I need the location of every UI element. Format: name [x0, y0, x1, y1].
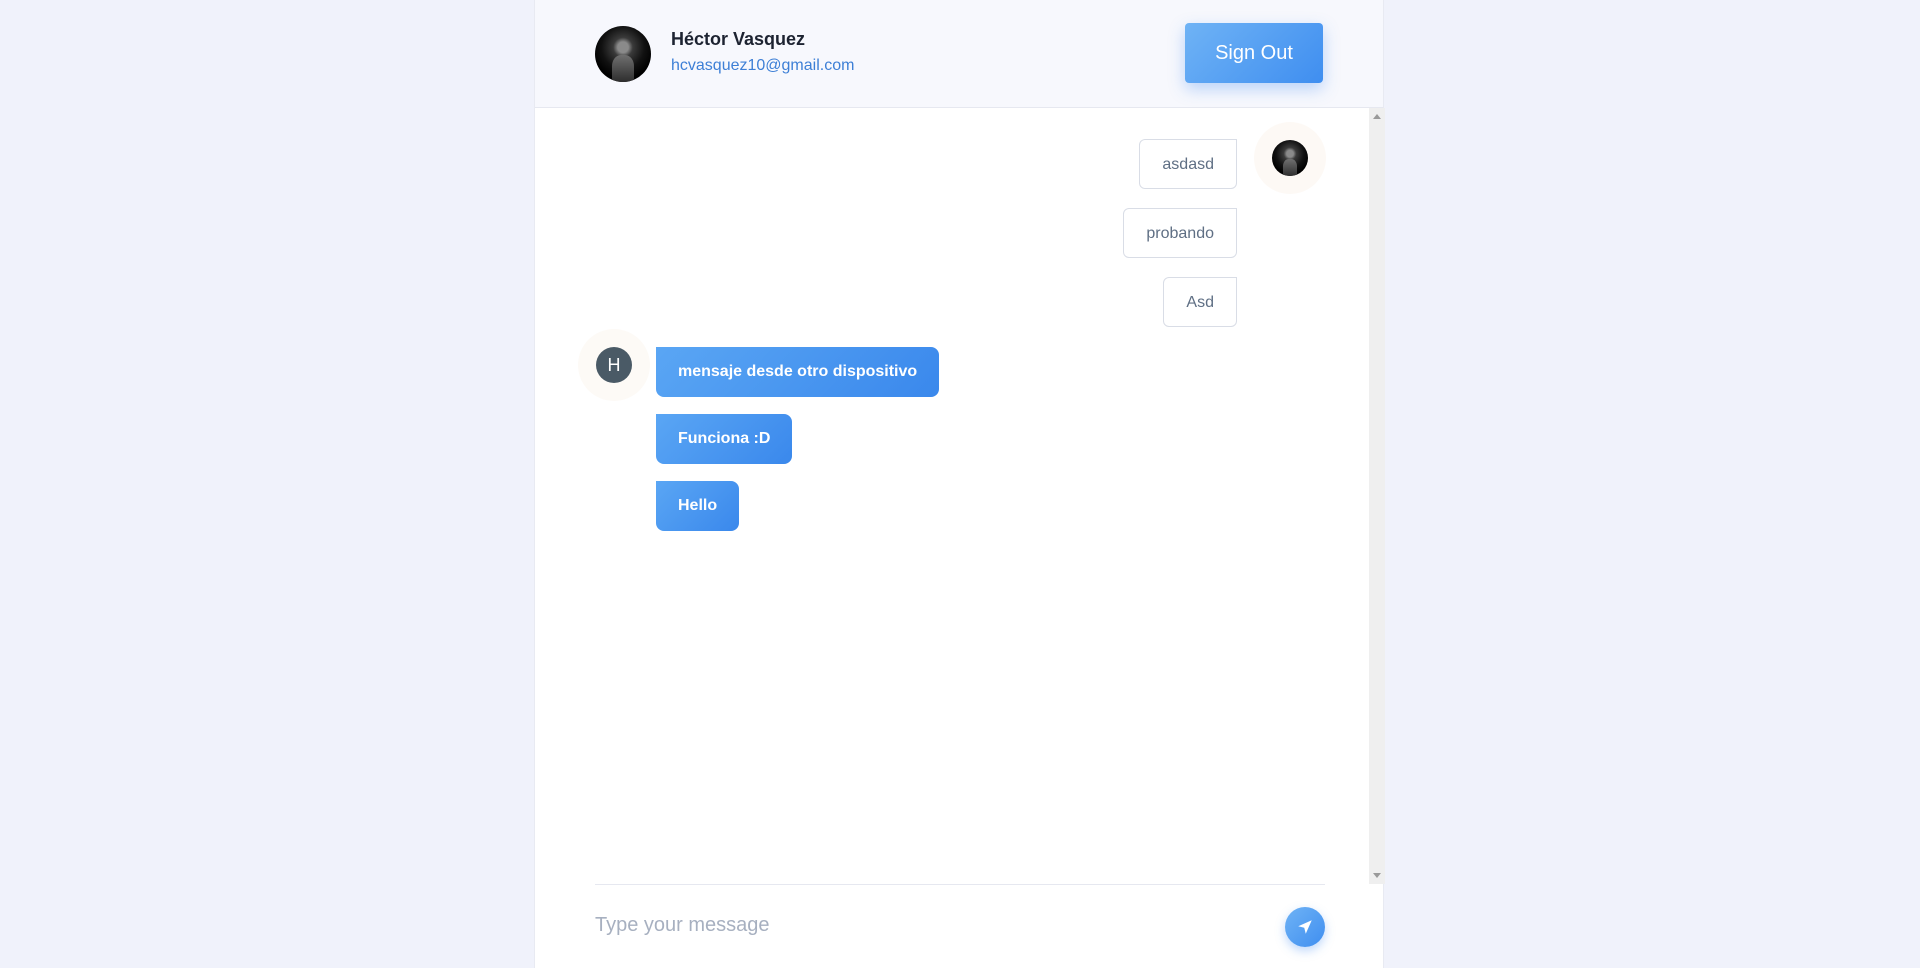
- user-avatar: [595, 26, 651, 82]
- message-composer: [595, 884, 1325, 968]
- outgoing-message: probando: [1123, 208, 1237, 258]
- sign-out-button[interactable]: Sign Out: [1185, 23, 1323, 83]
- incoming-message: Hello: [656, 481, 740, 531]
- contact-avatar: H: [596, 347, 632, 383]
- paper-plane-icon: [1298, 920, 1312, 934]
- message-scrollbar[interactable]: [1369, 108, 1385, 884]
- outgoing-message: Asd: [1163, 277, 1237, 327]
- incoming-message: mensaje desde otro dispositivo: [656, 347, 940, 397]
- chat-header: Héctor Vasquez hcvasquez10@gmail.com Sig…: [535, 0, 1383, 108]
- self-avatar: [1272, 140, 1308, 176]
- user-email: hcvasquez10@gmail.com: [671, 57, 855, 74]
- message-input[interactable]: [595, 905, 1235, 945]
- message-list[interactable]: asdasd probando Asd H mensaje desde otro…: [535, 108, 1370, 884]
- incoming-message: Funciona :D: [656, 414, 793, 464]
- scroll-down-arrow-icon[interactable]: [1373, 873, 1381, 878]
- user-name: Héctor Vasquez: [671, 29, 806, 49]
- outgoing-message: asdasd: [1139, 139, 1237, 189]
- scroll-up-arrow-icon[interactable]: [1373, 114, 1381, 119]
- send-button[interactable]: [1285, 907, 1325, 947]
- chat-panel: Héctor Vasquez hcvasquez10@gmail.com Sig…: [534, 0, 1385, 968]
